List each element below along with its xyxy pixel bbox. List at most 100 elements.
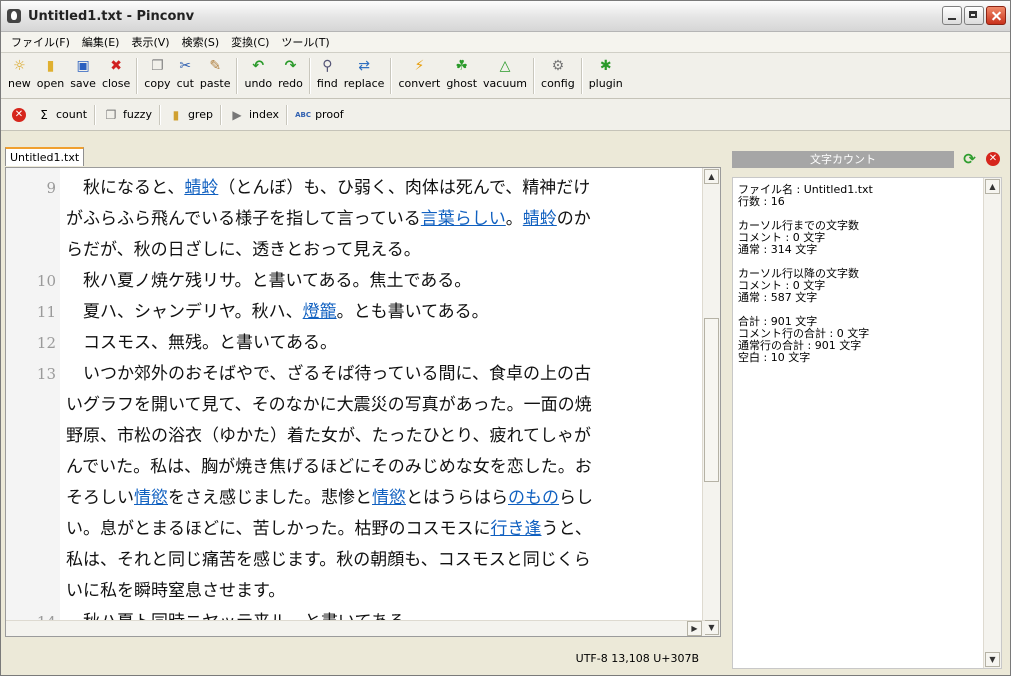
find-button[interactable]: ⚲ find xyxy=(314,58,341,90)
copy-label: copy xyxy=(144,77,171,90)
scroll-up-arrow-icon[interactable]: ▲ xyxy=(704,169,719,184)
menu-edit[interactable]: 編集(E) xyxy=(76,34,126,50)
save-label: save xyxy=(70,77,96,90)
editor-line[interactable]: 11 夏ハ、シャンデリヤ。秋ハ、燈籠。とも書いてある。 xyxy=(6,297,696,328)
cut-button[interactable]: ✂ cut xyxy=(174,58,197,90)
scroll-thumb[interactable] xyxy=(704,318,719,482)
editor-line[interactable]: 野原、市松の浴衣（ゆかた）着た女が、たったひとり、疲れてしゃが xyxy=(6,421,696,452)
ghost-icon: ☘ xyxy=(455,58,468,74)
menu-search[interactable]: 検索(S) xyxy=(176,34,226,50)
text-editor[interactable]: 9 秋になると、蜻蛉（とんぼ）も、ひ弱く、肉体は死んで、精神だけ がふらふら飛んで… xyxy=(5,167,721,637)
redo-button[interactable]: ↷ redo xyxy=(275,58,306,90)
ghost-button[interactable]: ☘ ghost xyxy=(443,58,480,90)
line-text: いに私を瞬時窒息させます。 xyxy=(66,576,285,607)
document-tabs: Untitled1.txt xyxy=(3,147,721,167)
panel-body: ファイル名 : Untitled1.txt 行数 : 16 カーソル行までの文字数コ… xyxy=(732,177,1002,669)
text-run: い。息がとまるほどに、苦しかった。枯野のコスモスに xyxy=(66,519,491,539)
ruby-link[interactable]: 燈籠 xyxy=(303,302,337,322)
save-button[interactable]: ▣ save xyxy=(67,58,99,90)
clipboard-icon: ✎ xyxy=(209,58,222,74)
convert-button[interactable]: ⚡ convert xyxy=(395,58,443,90)
plugin-button[interactable]: ✱ plugin xyxy=(586,58,626,90)
ruby-link[interactable]: 蜻蛉 xyxy=(184,178,218,198)
magnifier-icon: ⚲ xyxy=(322,58,333,74)
ruby-link[interactable]: 行き逢 xyxy=(491,519,542,539)
close-window-button[interactable] xyxy=(986,6,1006,25)
toolbar-separator xyxy=(533,58,536,94)
char-count-panel: 文字カウント ⟳ ✕ ファイル名 : Untitled1.txt 行数 : 16 カ… xyxy=(732,151,1008,669)
horizontal-scrollbar[interactable]: ▶ xyxy=(6,620,705,636)
text-run: 。 xyxy=(505,209,523,229)
panel-scroll-down-icon[interactable]: ▼ xyxy=(985,652,1000,667)
editor-line[interactable]: いに私を瞬時窒息させます。 xyxy=(6,576,696,607)
replace-icon: ⇄ xyxy=(358,58,370,74)
text-run: そろしい xyxy=(66,488,134,508)
open-label: open xyxy=(36,77,65,90)
stop-icon: ✕ xyxy=(12,107,26,122)
line-text: んでいた。私は、胸が焼き焦げるほどにそのみじめな女を恋した。お xyxy=(66,452,592,483)
toolbar-separator xyxy=(236,58,239,94)
text-run: をさえ感じました。悲惨と xyxy=(168,488,372,508)
minimize-button[interactable] xyxy=(942,6,962,25)
ruby-link[interactable]: 言葉らしい xyxy=(421,209,506,229)
text-run: らだが、秋の日ざしに、透きとおって見える。 xyxy=(66,240,421,260)
editor-line[interactable]: 13 いつか郊外のおそばやで、ざるそば待っている間に、食卓の上の古 xyxy=(6,359,696,390)
folder-icon: ▮ xyxy=(46,58,55,74)
proof-button[interactable]: ABC proof xyxy=(290,107,349,123)
index-label: index xyxy=(248,108,280,121)
scroll-right-arrow-icon[interactable]: ▶ xyxy=(687,621,702,636)
close-label: close xyxy=(101,77,131,90)
vacuum-button[interactable]: △ vacuum xyxy=(480,58,530,90)
editor-line[interactable]: 12 コスモス、無残。と書いてある。 xyxy=(6,328,696,359)
app-icon[interactable] xyxy=(7,9,21,23)
grep-button[interactable]: ▮ grep xyxy=(163,107,218,123)
open-button[interactable]: ▮ open xyxy=(34,58,67,90)
copy-button[interactable]: ❐ copy xyxy=(141,58,173,90)
ruby-link[interactable]: のもの xyxy=(508,488,559,508)
index-button[interactable]: ▶ index xyxy=(224,107,284,123)
editor-line[interactable]: らだが、秋の日ざしに、透きとおって見える。 xyxy=(6,235,696,266)
editor-line[interactable]: 10 秋ハ夏ノ焼ケ残リサ。と書いてある。焦土である。 xyxy=(6,266,696,297)
scroll-down-arrow-icon[interactable]: ▼ xyxy=(704,620,719,635)
editor-line[interactable]: い。息がとまるほどに、苦しかった。枯野のコスモスに行き逢うと、 xyxy=(6,514,696,545)
panel-line: 通常 : 314 文字 xyxy=(738,243,818,256)
line-text: そろしい情慾をさえ感じました。悲惨と情慾とはうらはらのものらし xyxy=(66,483,593,514)
panel-close-icon[interactable]: ✕ xyxy=(986,152,1000,166)
paste-button[interactable]: ✎ paste xyxy=(197,58,234,90)
editor-line[interactable]: んでいた。私は、胸が焼き焦げるほどにそのみじめな女を恋した。お xyxy=(6,452,696,483)
editor-line[interactable]: そろしい情慾をさえ感じました。悲惨と情慾とはうらはらのものらし xyxy=(6,483,696,514)
toolbar-separator xyxy=(580,58,583,94)
undo-button[interactable]: ↶ undo xyxy=(241,58,275,90)
menu-tools[interactable]: ツール(T) xyxy=(275,34,335,50)
panel-scrollbar[interactable]: ▲ ▼ xyxy=(983,178,1001,668)
refresh-icon[interactable]: ⟳ xyxy=(961,151,978,168)
ruby-link[interactable]: 情慾 xyxy=(134,488,168,508)
text-run: 秋になると、 xyxy=(83,178,185,198)
vertical-scrollbar[interactable]: ▲ ▼ xyxy=(702,168,720,636)
ruby-link[interactable]: 蜻蛉 xyxy=(523,209,557,229)
menu-file[interactable]: ファイル(F) xyxy=(5,34,76,50)
menu-view[interactable]: 表示(V) xyxy=(125,34,175,50)
panel-scroll-up-icon[interactable]: ▲ xyxy=(985,179,1000,194)
maximize-button[interactable] xyxy=(964,6,984,25)
title-bar[interactable]: Untitled1.txt - Pinconv xyxy=(1,1,1010,32)
ruby-link[interactable]: 情慾 xyxy=(372,488,406,508)
vacuum-label: vacuum xyxy=(483,77,528,90)
config-button[interactable]: ⚙ config xyxy=(538,58,578,90)
stop-button[interactable]: ✕ xyxy=(7,107,31,122)
editor-line[interactable]: 私は、それと同じ痛苦を感じます。秋の朝顔も、コスモスと同じくら xyxy=(6,545,696,576)
fuzzy-label: fuzzy xyxy=(123,108,152,121)
line-text: 野原、市松の浴衣（ゆかた）着た女が、たったひとり、疲れてしゃが xyxy=(66,421,591,452)
editor-line[interactable]: いグラフを開いて見て、そのなかに大震災の写真があった。一面の焼 xyxy=(6,390,696,421)
fuzzy-button[interactable]: ❐ fuzzy xyxy=(98,107,157,123)
editor-line[interactable]: がふらふら飛んでいる様子を指して言っている言葉らしい。蜻蛉のか xyxy=(6,204,696,235)
close-button[interactable]: ✖ close xyxy=(99,58,133,90)
status-text: UTF-8 13,108 U+307B xyxy=(575,652,699,665)
secondary-toolbar: ✕ Σ count ❐ fuzzy ▮ grep ▶ index ABC pro… xyxy=(1,99,1010,131)
editor-line[interactable]: 9 秋になると、蜻蛉（とんぼ）も、ひ弱く、肉体は死んで、精神だけ xyxy=(6,173,696,204)
count-button[interactable]: Σ count xyxy=(31,107,92,123)
tab-untitled1[interactable]: Untitled1.txt xyxy=(5,147,85,166)
menu-convert[interactable]: 変換(C) xyxy=(225,34,275,50)
replace-button[interactable]: ⇄ replace xyxy=(341,58,388,90)
new-button[interactable]: ☼ new xyxy=(5,58,34,90)
